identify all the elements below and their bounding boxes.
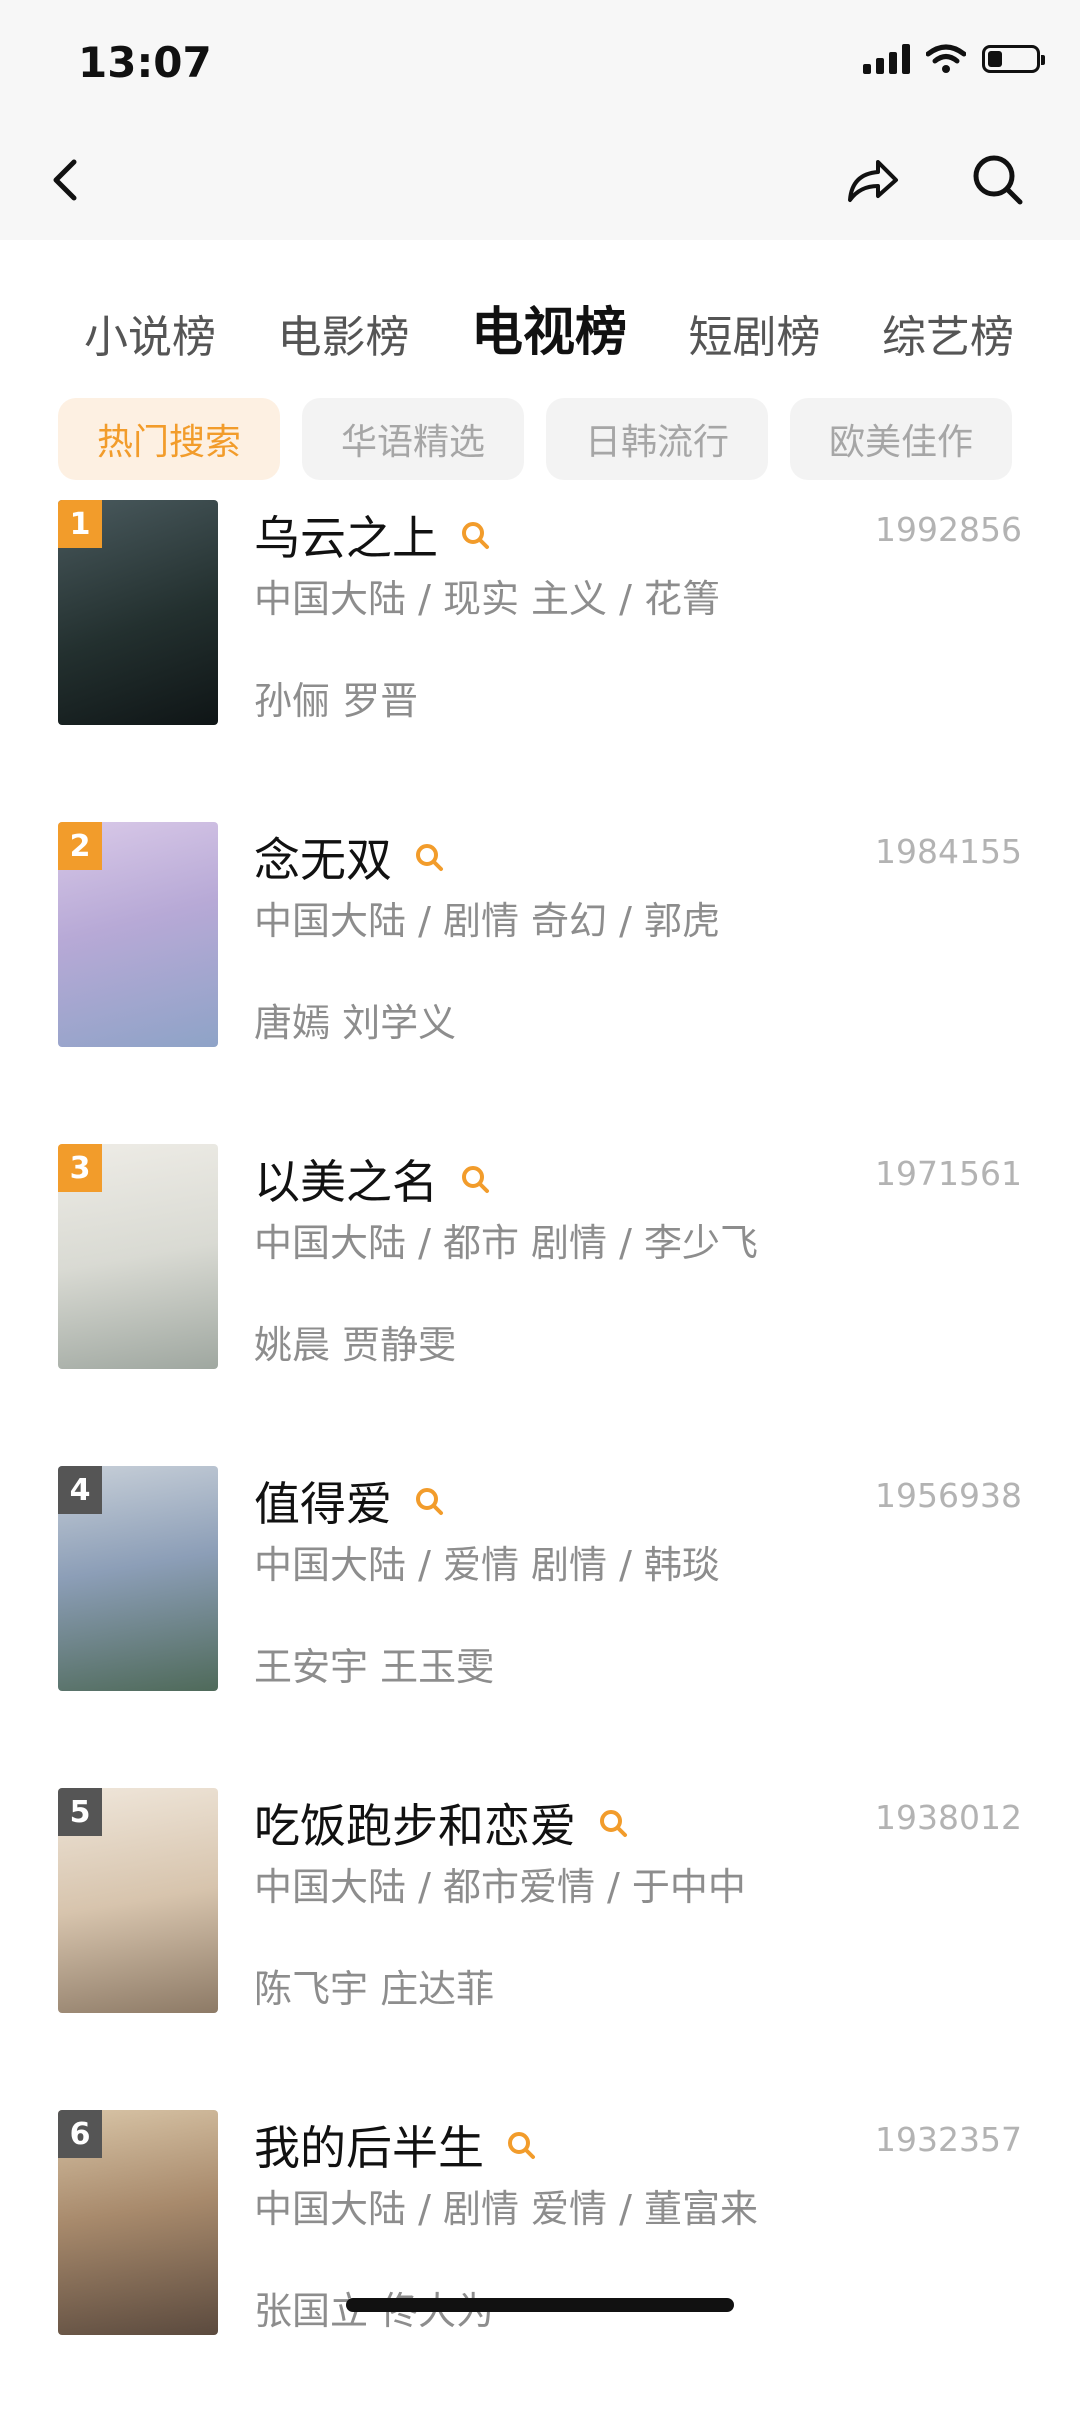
tab-short-drama[interactable]: 短剧榜: [688, 301, 820, 365]
search-count: 1938012: [875, 1798, 1022, 1837]
search-count: 1956938: [875, 1476, 1022, 1515]
home-indicator[interactable]: [346, 2298, 734, 2312]
item-cast: 姚晨 贾静雯: [254, 1323, 457, 1367]
search-count: 1932357: [875, 2120, 1022, 2159]
chip-western-works[interactable]: 欧美佳作: [790, 398, 1012, 480]
search-icon[interactable]: [506, 2130, 536, 2160]
poster-image[interactable]: 6: [58, 2110, 218, 2335]
rank-badge: 2: [58, 822, 102, 870]
search-icon[interactable]: [414, 842, 444, 872]
rank-badge: 4: [58, 1466, 102, 1514]
item-title[interactable]: 吃饭跑步和恋爱: [254, 1790, 576, 1856]
item-cast: 孙俪 罗晋: [254, 679, 419, 723]
item-meta: 中国大陆 / 剧情 爱情 / 董富来: [254, 2187, 759, 2231]
item-cast: 王安宇 王玉雯: [254, 1645, 495, 1689]
category-chips: 热门搜索 华语精选 日韩流行 欧美佳作: [58, 398, 1012, 480]
item-meta: 中国大陆 / 剧情 奇幻 / 郭虎: [254, 899, 721, 943]
poster-image[interactable]: 3: [58, 1144, 218, 1369]
chevron-left-icon[interactable]: [38, 150, 98, 210]
header-background: [0, 0, 1080, 240]
battery-icon: [982, 45, 1045, 73]
list-item[interactable]: 2 念无双 1984155 中国大陆 / 剧情 奇幻 / 郭虎 唐嫣 刘学义: [0, 822, 1080, 1144]
tab-movie[interactable]: 电影榜: [277, 301, 409, 365]
list-item[interactable]: 3 以美之名 1971561 中国大陆 / 都市 剧情 / 李少飞 姚晨 贾静雯: [0, 1144, 1080, 1466]
poster-image[interactable]: 4: [58, 1466, 218, 1691]
poster-image[interactable]: 5: [58, 1788, 218, 2013]
battery-fill: [988, 51, 1002, 67]
tab-novel[interactable]: 小说榜: [84, 301, 216, 365]
item-meta: 中国大陆 / 都市 剧情 / 李少飞: [254, 1221, 759, 1265]
status-icons: [863, 44, 1045, 74]
poster-image[interactable]: 1: [58, 500, 218, 725]
list-item[interactable]: 4 值得爱 1956938 中国大陆 / 爱情 剧情 / 韩琰 王安宇 王玉雯: [0, 1466, 1080, 1788]
rank-badge: 6: [58, 2110, 102, 2158]
ranking-tabs: 小说榜 电影榜 电视榜 短剧榜 综艺榜: [84, 290, 1014, 365]
chip-hot-search[interactable]: 热门搜索: [58, 398, 280, 480]
item-title[interactable]: 乌云之上: [254, 502, 438, 568]
cellular-signal-icon: [863, 44, 910, 74]
search-count: 1971561: [875, 1154, 1022, 1193]
search-count: 1984155: [875, 832, 1022, 871]
item-title[interactable]: 我的后半生: [254, 2112, 484, 2178]
item-cast: 陈飞宇 庄达菲: [254, 1967, 495, 2011]
chip-jk-popular[interactable]: 日韩流行: [546, 398, 768, 480]
item-meta: 中国大陆 / 爱情 剧情 / 韩琰: [254, 1543, 721, 1587]
item-title[interactable]: 念无双: [254, 824, 392, 890]
search-icon[interactable]: [598, 1808, 628, 1838]
search-icon[interactable]: [460, 520, 490, 550]
search-icon[interactable]: [460, 1164, 490, 1194]
chip-chinese-picks[interactable]: 华语精选: [302, 398, 524, 480]
tab-tv[interactable]: 电视榜: [471, 290, 627, 365]
item-meta: 中国大陆 / 都市爱情 / 于中中: [254, 1865, 746, 1909]
rank-badge: 3: [58, 1144, 102, 1192]
search-icon[interactable]: [968, 150, 1028, 210]
item-title[interactable]: 以美之名: [254, 1146, 438, 1212]
list-item[interactable]: 1 乌云之上 1992856 中国大陆 / 现实 主义 / 花箐 孙俪 罗晋: [0, 500, 1080, 822]
status-time: 13:07: [78, 38, 212, 87]
item-cast: 唐嫣 刘学义: [254, 1001, 457, 1045]
search-count: 1992856: [875, 510, 1022, 549]
rank-badge: 1: [58, 500, 102, 548]
rank-badge: 5: [58, 1788, 102, 1836]
share-arrow-icon[interactable]: [842, 150, 902, 210]
wifi-icon: [926, 44, 966, 73]
item-meta: 中国大陆 / 现实 主义 / 花箐: [254, 577, 721, 621]
poster-image[interactable]: 2: [58, 822, 218, 1047]
list-item[interactable]: 6 我的后半生 1932357 中国大陆 / 剧情 爱情 / 董富来 张国立 佟…: [0, 2110, 1080, 2432]
list-item[interactable]: 5 吃饭跑步和恋爱 1938012 中国大陆 / 都市爱情 / 于中中 陈飞宇 …: [0, 1788, 1080, 2110]
item-title[interactable]: 值得爱: [254, 1468, 392, 1534]
ranking-list: 1 乌云之上 1992856 中国大陆 / 现实 主义 / 花箐 孙俪 罗晋 2…: [0, 500, 1080, 2432]
search-icon[interactable]: [414, 1486, 444, 1516]
tab-variety[interactable]: 综艺榜: [882, 301, 1014, 365]
